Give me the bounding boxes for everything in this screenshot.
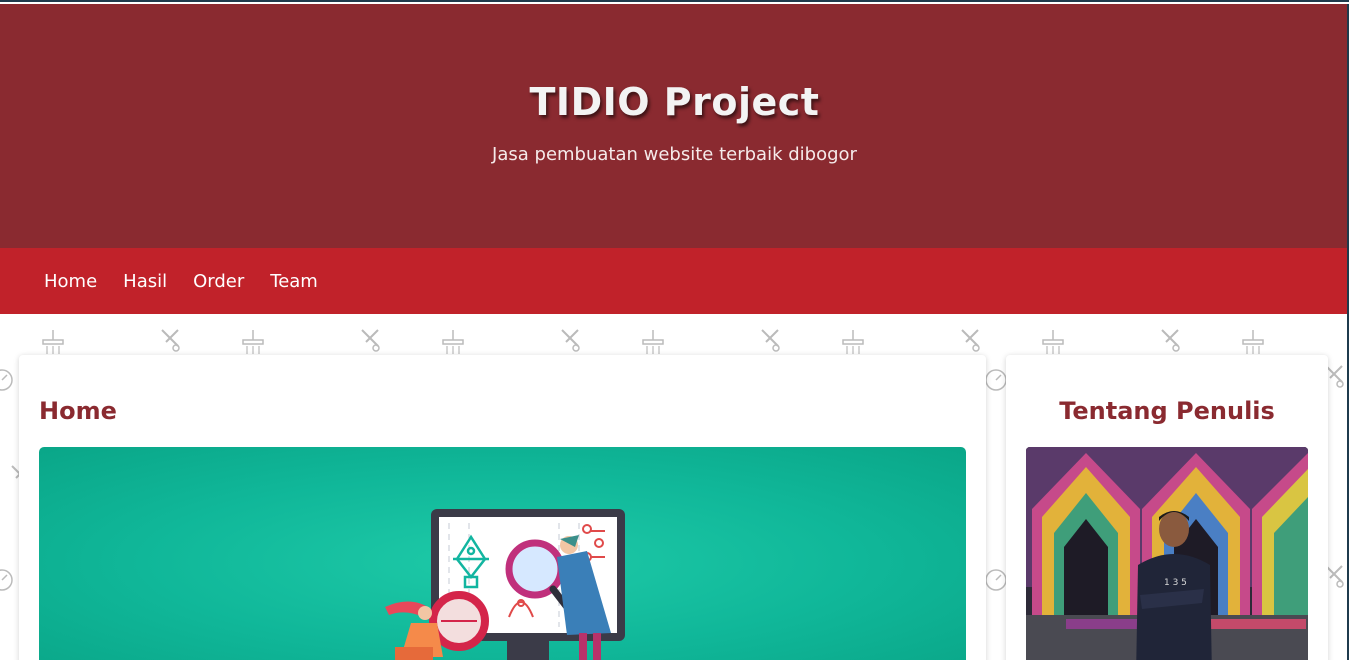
main-nav: Home Hasil Order Team — [0, 248, 1349, 314]
web-design-illustration — [385, 509, 625, 660]
sidebar-card: Tentang Penulis 1 3 5 — [1006, 355, 1328, 660]
author-photo-image: 1 3 5 — [1026, 447, 1308, 660]
svg-text:1 3 5: 1 3 5 — [1164, 578, 1187, 588]
sidebar-title: Tentang Penulis — [1059, 397, 1275, 425]
nav-item-team[interactable]: Team — [270, 271, 318, 292]
main-content-card: Home — [19, 355, 986, 660]
author-photo: 1 3 5 — [1026, 447, 1308, 660]
site-title[interactable]: TIDIO Project — [0, 80, 1349, 124]
site-tagline: Jasa pembuatan website terbaik dibogor — [492, 144, 857, 165]
page-title: Home — [39, 397, 117, 425]
nav-item-order[interactable]: Order — [193, 271, 244, 292]
nav-item-hasil[interactable]: Hasil — [123, 271, 167, 292]
nav-item-home[interactable]: Home — [44, 271, 97, 292]
hero-image — [39, 447, 966, 660]
site-header: TIDIO Project Jasa pembuatan website ter… — [0, 4, 1349, 248]
